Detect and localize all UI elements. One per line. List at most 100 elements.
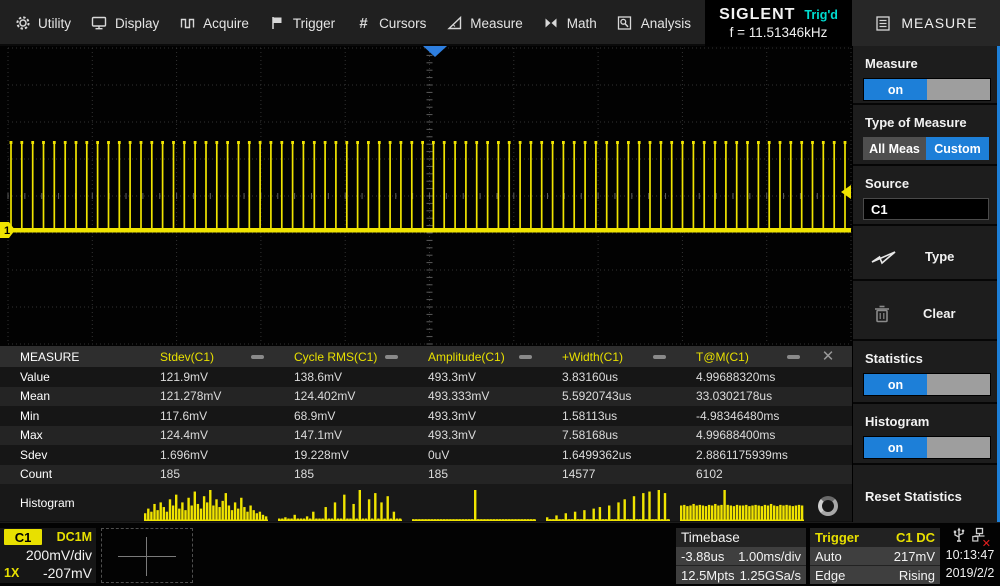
statistics-toggle-off [927, 374, 990, 395]
type-button[interactable]: Type [863, 246, 954, 266]
menu-item-display[interactable]: Display [91, 0, 159, 46]
custom-button[interactable]: Custom [926, 137, 989, 160]
menu-item-analysis[interactable]: Analysis [617, 0, 691, 46]
table-cell: 493.3mV [408, 370, 542, 384]
menu-item-acquire[interactable]: Acquire [179, 0, 249, 46]
table-row-max: Max 124.4mV 147.1mV 493.3mV 7.58168us 4.… [0, 426, 852, 446]
table-cell: 121.278mV [140, 389, 274, 403]
table-cell: 7.58168us [542, 428, 676, 442]
trigger-descriptor[interactable]: Trigger C1 DC Auto 217mV Edge Rising [810, 528, 940, 583]
measure-toggle-on: on [864, 79, 927, 100]
trigger-source: C1 DC [896, 530, 935, 545]
all-meas-button[interactable]: All Meas [863, 137, 926, 160]
trigger-slope: Rising [899, 568, 935, 583]
waveform-graticule: 1 [0, 46, 852, 346]
remove-column-button[interactable] [251, 355, 264, 359]
remove-column-button[interactable] [519, 355, 532, 359]
menu-item-utility[interactable]: Utility [14, 0, 71, 46]
source-label: Source [865, 176, 990, 191]
oscilloscope-screen: Utility Display Acquire Trigger [0, 0, 1000, 586]
measure-panel-button[interactable]: MEASURE [852, 0, 1000, 46]
add-channel-box[interactable] [101, 528, 193, 583]
histogram-label: Histogram [865, 414, 990, 429]
table-title: MEASURE [0, 350, 140, 364]
menu-label: Trigger [293, 16, 335, 31]
trigger-status: Trig'd [804, 8, 838, 22]
brand-logo: SIGLENT [719, 6, 795, 24]
menu-item-cursors[interactable]: # Cursors [355, 0, 426, 46]
measure-settings-sidebar: Measure on Type of Measure All Meas Cust… [852, 46, 1000, 522]
table-cell: 6102 [676, 467, 810, 481]
timebase-points: 12.5Mpts [681, 568, 734, 583]
column-header-stdev: Stdev(C1) [140, 350, 274, 364]
table-drag-handle-icon[interactable] [818, 496, 838, 516]
table-row-sdev: Sdev 1.696mV 19.228mV 0uV 1.6499362us 2.… [0, 445, 852, 465]
menu-label: Acquire [203, 16, 249, 31]
source-value: C1 [871, 202, 888, 217]
table-cell: 124.4mV [140, 428, 274, 442]
channel1-descriptor[interactable]: C1 DC1M 200mV/div 1X -207mV [0, 528, 96, 583]
measure-section: Measure on [853, 46, 1000, 105]
channel1-coupling: DC1M [57, 530, 92, 544]
clear-section: Clear [853, 281, 1000, 341]
remove-column-button[interactable] [385, 355, 398, 359]
brand-status-panel: SIGLENT Trig'd f = 11.51346kHz [705, 0, 852, 46]
menu-item-trigger[interactable]: Trigger [269, 0, 335, 46]
measure-panel-title: MEASURE [901, 15, 977, 31]
source-section: Source C1 [853, 166, 1000, 226]
timebase-delay: -3.88us [681, 549, 724, 564]
type-cursor-icon [871, 246, 897, 266]
type-of-measure-section: Type of Measure All Meas Custom [853, 105, 1000, 166]
histogram-toggle-off [927, 437, 990, 458]
type-button-label: Type [925, 249, 954, 264]
cursors-icon: # [355, 15, 372, 32]
menu-item-measure[interactable]: Measure [446, 0, 523, 46]
table-cell: 2.8861175939ms [676, 448, 810, 462]
remove-column-button[interactable] [787, 355, 800, 359]
menu-label: Display [115, 16, 159, 31]
top-menu-bar: Utility Display Acquire Trigger [0, 0, 1000, 46]
table-cell: 4.99688400ms [676, 428, 810, 442]
menu-label: Cursors [379, 16, 426, 31]
close-table-icon[interactable]: ✕ [822, 349, 835, 364]
column-header-cycle-rms: Cycle RMS(C1) [274, 350, 408, 364]
waveform-display[interactable]: 1 [0, 46, 852, 346]
table-cell: 147.1mV [274, 428, 408, 442]
trash-icon [873, 304, 891, 324]
table-row-value: Value 121.9mV 138.6mV 493.3mV 3.83160us … [0, 367, 852, 387]
menu-label: Math [567, 16, 597, 31]
source-select[interactable]: C1 [863, 198, 989, 220]
math-bowtie-icon [543, 15, 560, 32]
histogram-toggle[interactable]: on [863, 436, 991, 459]
measure-toggle-off [927, 79, 990, 100]
remove-column-button[interactable] [653, 355, 666, 359]
trigger-flag-icon [269, 15, 286, 32]
menu-item-math[interactable]: Math [543, 0, 597, 46]
timebase-samplerate: 1.25GSa/s [740, 568, 801, 583]
status-bar: C1 DC1M 200mV/div 1X -207mV Timebase -3.… [0, 522, 1000, 586]
lan-disconnected-icon: ✕ [972, 527, 988, 548]
statistics-label: Statistics [865, 351, 990, 366]
channel1-scale: 200mV/div [4, 547, 92, 563]
acquire-icon [179, 15, 196, 32]
column-header-amplitude: Amplitude(C1) [408, 350, 542, 364]
gear-icon [14, 15, 31, 32]
reset-statistics-button[interactable]: Reset Statistics [865, 489, 962, 504]
table-cell: 4.99688320ms [676, 370, 810, 384]
table-row-label: Value [0, 370, 140, 384]
table-cell: 0uV [408, 448, 542, 462]
plus-icon [146, 537, 147, 576]
table-row-histogram: Histogram [0, 484, 852, 521]
type-of-measure-segment: All Meas Custom [863, 137, 989, 160]
statistics-toggle[interactable]: on [863, 373, 991, 396]
timebase-descriptor[interactable]: Timebase -3.88us 1.00ms/div 12.5Mpts 1.2… [676, 528, 806, 583]
type-section: Type [853, 226, 1000, 281]
table-cell: 68.9mV [274, 409, 408, 423]
measure-table: MEASURE Stdev(C1) Cycle RMS(C1) Amplitud… [0, 346, 852, 522]
clock-date: 2019/2/2 [946, 564, 995, 582]
lan-error-x: ✕ [982, 537, 991, 550]
clear-button[interactable]: Clear [863, 304, 956, 324]
measure-toggle[interactable]: on [863, 78, 991, 101]
table-row-label: Min [0, 409, 140, 423]
system-clock: ✕ 10:13:47 2019/2/2 [940, 528, 1000, 583]
